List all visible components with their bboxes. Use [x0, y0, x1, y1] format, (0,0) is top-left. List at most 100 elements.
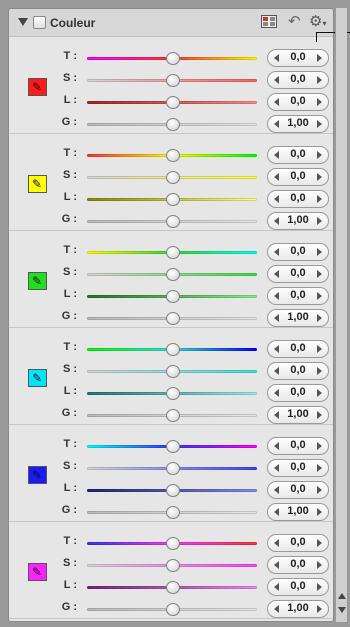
hue-value[interactable]: 0,0	[282, 342, 314, 354]
luminance-value[interactable]: 0,0	[282, 192, 314, 204]
decrement-icon[interactable]	[274, 345, 279, 353]
hue-stepper[interactable]: 0,0	[267, 243, 329, 261]
decrement-icon[interactable]	[274, 120, 279, 128]
hue-stepper[interactable]: 0,0	[267, 146, 329, 164]
increment-icon[interactable]	[317, 314, 322, 322]
increment-icon[interactable]	[317, 411, 322, 419]
gamma-slider-thumb[interactable]	[166, 409, 180, 422]
decrement-icon[interactable]	[274, 508, 279, 516]
luminance-stepper[interactable]: 0,0	[267, 481, 329, 499]
saturation-slider-thumb[interactable]	[166, 74, 180, 87]
decrement-icon[interactable]	[274, 389, 279, 397]
luminance-slider-thumb[interactable]	[166, 193, 180, 206]
gamma-stepper[interactable]: 1,00	[267, 503, 329, 521]
hue-stepper[interactable]: 0,0	[267, 49, 329, 67]
grid-icon[interactable]	[261, 15, 277, 28]
decrement-icon[interactable]	[274, 173, 279, 181]
luminance-value[interactable]: 0,0	[282, 483, 314, 495]
increment-icon[interactable]	[317, 605, 322, 613]
hue-slider-thumb[interactable]	[166, 343, 180, 356]
increment-icon[interactable]	[317, 486, 322, 494]
luminance-stepper[interactable]: 0,0	[267, 384, 329, 402]
luminance-slider-thumb[interactable]	[166, 581, 180, 594]
gamma-slider-thumb[interactable]	[166, 215, 180, 228]
hue-stepper[interactable]: 0,0	[267, 437, 329, 455]
increment-icon[interactable]	[317, 151, 322, 159]
increment-icon[interactable]	[317, 54, 322, 62]
saturation-stepper[interactable]: 0,0	[267, 362, 329, 380]
hue-value[interactable]: 0,0	[282, 245, 314, 257]
decrement-icon[interactable]	[274, 151, 279, 159]
decrement-icon[interactable]	[274, 195, 279, 203]
increment-icon[interactable]	[317, 442, 322, 450]
decrement-icon[interactable]	[274, 54, 279, 62]
decrement-icon[interactable]	[274, 98, 279, 106]
saturation-slider-thumb[interactable]	[166, 462, 180, 475]
hue-value[interactable]: 0,0	[282, 148, 314, 160]
luminance-stepper[interactable]: 0,0	[267, 287, 329, 305]
decrement-icon[interactable]	[274, 270, 279, 278]
decrement-icon[interactable]	[274, 292, 279, 300]
decrement-icon[interactable]	[274, 583, 279, 591]
increment-icon[interactable]	[317, 76, 322, 84]
gamma-slider-thumb[interactable]	[166, 118, 180, 131]
decrement-icon[interactable]	[274, 605, 279, 613]
scrollbar[interactable]	[335, 8, 347, 622]
hue-slider-thumb[interactable]	[166, 246, 180, 259]
decrement-icon[interactable]	[274, 367, 279, 375]
luminance-stepper[interactable]: 0,0	[267, 190, 329, 208]
luminance-slider-thumb[interactable]	[166, 96, 180, 109]
gamma-stepper[interactable]: 1,00	[267, 309, 329, 327]
saturation-stepper[interactable]: 0,0	[267, 168, 329, 186]
saturation-stepper[interactable]: 0,0	[267, 459, 329, 477]
decrement-icon[interactable]	[274, 411, 279, 419]
increment-icon[interactable]	[317, 367, 322, 375]
decrement-icon[interactable]	[274, 539, 279, 547]
hue-slider-thumb[interactable]	[166, 52, 180, 65]
hue-slider-thumb[interactable]	[166, 537, 180, 550]
saturation-stepper[interactable]: 0,0	[267, 71, 329, 89]
hue-value[interactable]: 0,0	[282, 51, 314, 63]
saturation-stepper[interactable]: 0,0	[267, 556, 329, 574]
increment-icon[interactable]	[317, 583, 322, 591]
luminance-value[interactable]: 0,0	[282, 386, 314, 398]
gamma-stepper[interactable]: 1,00	[267, 212, 329, 230]
decrement-icon[interactable]	[274, 248, 279, 256]
scroll-up-icon[interactable]	[338, 593, 346, 599]
luminance-slider-thumb[interactable]	[166, 387, 180, 400]
gear-icon[interactable]: ⚙▾	[309, 12, 326, 30]
increment-icon[interactable]	[317, 561, 322, 569]
decrement-icon[interactable]	[274, 464, 279, 472]
increment-icon[interactable]	[317, 173, 322, 181]
increment-icon[interactable]	[317, 508, 322, 516]
gamma-slider-thumb[interactable]	[166, 506, 180, 519]
increment-icon[interactable]	[317, 292, 322, 300]
increment-icon[interactable]	[317, 98, 322, 106]
gamma-value[interactable]: 1,00	[282, 408, 314, 420]
increment-icon[interactable]	[317, 120, 322, 128]
enable-checkbox[interactable]	[33, 16, 46, 29]
luminance-slider-thumb[interactable]	[166, 290, 180, 303]
gamma-stepper[interactable]: 1,00	[267, 406, 329, 424]
increment-icon[interactable]	[317, 389, 322, 397]
saturation-slider-thumb[interactable]	[166, 559, 180, 572]
increment-icon[interactable]	[317, 345, 322, 353]
saturation-value[interactable]: 0,0	[282, 461, 314, 473]
saturation-slider-thumb[interactable]	[166, 268, 180, 281]
hue-stepper[interactable]: 0,0	[267, 340, 329, 358]
increment-icon[interactable]	[317, 270, 322, 278]
increment-icon[interactable]	[317, 248, 322, 256]
saturation-value[interactable]: 0,0	[282, 73, 314, 85]
disclosure-triangle-icon[interactable]	[18, 18, 28, 26]
saturation-value[interactable]: 0,0	[282, 558, 314, 570]
gamma-stepper[interactable]: 1,00	[267, 115, 329, 133]
increment-icon[interactable]	[317, 217, 322, 225]
increment-icon[interactable]	[317, 539, 322, 547]
decrement-icon[interactable]	[274, 561, 279, 569]
decrement-icon[interactable]	[274, 314, 279, 322]
luminance-stepper[interactable]: 0,0	[267, 578, 329, 596]
hue-value[interactable]: 0,0	[282, 536, 314, 548]
scroll-down-icon[interactable]	[338, 607, 346, 613]
increment-icon[interactable]	[317, 195, 322, 203]
luminance-value[interactable]: 0,0	[282, 289, 314, 301]
